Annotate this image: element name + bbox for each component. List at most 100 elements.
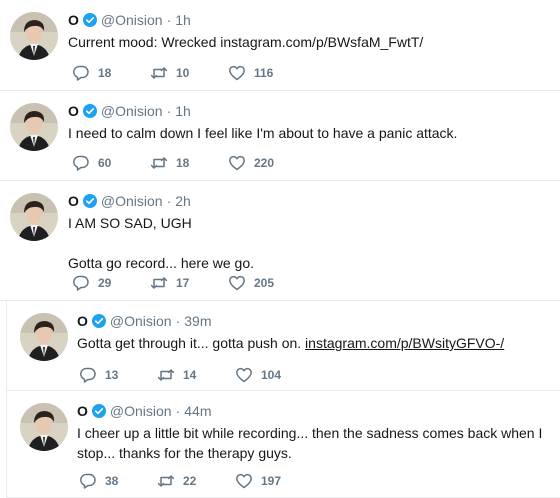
retweet-count: 10 bbox=[176, 66, 190, 80]
like-count: 104 bbox=[261, 368, 282, 382]
display-name[interactable]: O bbox=[68, 103, 79, 119]
avatar[interactable] bbox=[20, 403, 68, 451]
reply-button[interactable]: 29 bbox=[72, 274, 150, 292]
separator-dot: · bbox=[166, 103, 172, 119]
handle[interactable]: @Onision bbox=[110, 403, 172, 419]
tweet-actions: 60 18 220 bbox=[72, 154, 308, 172]
tweet-text-body: Current mood: Wrecked bbox=[68, 34, 221, 50]
avatar-image bbox=[20, 403, 68, 451]
avatar-image bbox=[10, 103, 58, 151]
retweet-icon bbox=[150, 277, 168, 289]
verified-badge-icon bbox=[82, 194, 97, 208]
retweet-button[interactable]: 22 bbox=[157, 472, 235, 490]
display-name[interactable]: O bbox=[68, 12, 79, 28]
retweet-button[interactable]: 18 bbox=[150, 154, 228, 172]
timestamp[interactable]: 44m bbox=[184, 403, 211, 419]
separator-dot: · bbox=[166, 12, 172, 28]
handle[interactable]: @Onision bbox=[101, 193, 163, 209]
like-button[interactable]: 104 bbox=[235, 366, 315, 384]
reply-count: 60 bbox=[98, 156, 112, 170]
handle[interactable]: @Onision bbox=[101, 12, 163, 28]
avatar-image bbox=[10, 12, 58, 60]
verified-badge-icon bbox=[91, 404, 106, 418]
reply-count: 29 bbox=[98, 276, 112, 290]
reply-count: 38 bbox=[105, 474, 119, 488]
heart-icon bbox=[236, 367, 252, 383]
retweet-count: 14 bbox=[183, 368, 197, 382]
retweet-icon bbox=[150, 67, 168, 79]
handle[interactable]: @Onision bbox=[101, 103, 163, 119]
tweet-header: O @Onision · 1h bbox=[68, 101, 191, 121]
tweet-actions: 13 14 104 bbox=[79, 366, 315, 384]
like-button[interactable]: 220 bbox=[228, 154, 308, 172]
tweet-header: O @Onision · 44m bbox=[77, 401, 211, 421]
avatar[interactable] bbox=[20, 313, 68, 361]
like-count: 197 bbox=[261, 474, 282, 488]
timestamp[interactable]: 1h bbox=[175, 12, 191, 28]
like-count: 220 bbox=[254, 156, 275, 170]
reply-icon bbox=[80, 367, 96, 383]
heart-icon bbox=[229, 275, 245, 291]
timestamp[interactable]: 2h bbox=[175, 193, 191, 209]
avatar[interactable] bbox=[10, 103, 58, 151]
like-button[interactable]: 197 bbox=[235, 472, 315, 490]
retweet-button[interactable]: 10 bbox=[150, 64, 228, 82]
tweet-text: Gotta get through it... gotta push on. i… bbox=[77, 333, 553, 353]
retweet-icon bbox=[150, 157, 168, 169]
tweet[interactable]: O @Onision · 39m Gotta get through it...… bbox=[6, 301, 560, 391]
reply-button[interactable]: 60 bbox=[72, 154, 150, 172]
reply-button[interactable]: 38 bbox=[79, 472, 157, 490]
tweet-actions: 29 17 205 bbox=[72, 274, 308, 292]
avatar-image bbox=[10, 193, 58, 241]
timestamp[interactable]: 39m bbox=[184, 313, 211, 329]
tweet-actions: 38 22 197 bbox=[79, 472, 315, 490]
tweet-text: I need to calm down I feel like I'm abou… bbox=[68, 125, 458, 141]
tweet-text: Current mood: Wrecked instagram.com/p/BW… bbox=[68, 32, 548, 52]
heart-icon bbox=[236, 473, 252, 489]
handle[interactable]: @Onision bbox=[110, 313, 172, 329]
reply-count: 13 bbox=[105, 368, 119, 382]
reply-icon bbox=[73, 65, 89, 81]
like-count: 116 bbox=[254, 66, 274, 80]
reply-button[interactable]: 13 bbox=[79, 366, 157, 384]
avatar[interactable] bbox=[10, 193, 58, 241]
tweet-text: I AM SO SAD, UGH Gotta go record... here… bbox=[68, 215, 254, 271]
display-name[interactable]: O bbox=[77, 403, 88, 419]
tweet[interactable]: O @Onision · 1h Current mood: Wrecked in… bbox=[0, 0, 560, 91]
retweet-count: 18 bbox=[176, 156, 190, 170]
tweet-header: O @Onision · 39m bbox=[77, 311, 211, 331]
timestamp[interactable]: 1h bbox=[175, 103, 191, 119]
like-button[interactable]: 116 bbox=[228, 64, 308, 82]
tweet[interactable]: O @Onision · 1h I need to calm down I fe… bbox=[0, 91, 560, 181]
like-button[interactable]: 205 bbox=[228, 274, 308, 292]
retweet-count: 22 bbox=[183, 474, 197, 488]
retweet-button[interactable]: 14 bbox=[157, 366, 235, 384]
verified-badge-icon bbox=[91, 314, 106, 328]
reply-icon bbox=[73, 275, 89, 291]
heart-icon bbox=[229, 155, 245, 171]
retweet-button[interactable]: 17 bbox=[150, 274, 228, 292]
verified-badge-icon bbox=[82, 104, 97, 118]
reply-icon bbox=[73, 155, 89, 171]
display-name[interactable]: O bbox=[77, 313, 88, 329]
avatar[interactable] bbox=[10, 12, 58, 60]
separator-dot: · bbox=[175, 403, 181, 419]
tweet[interactable]: O @Onision · 2h I AM SO SAD, UGH Gotta g… bbox=[0, 181, 560, 301]
tweet-text: I cheer up a little bit while recording.… bbox=[77, 425, 543, 461]
tweet-link[interactable]: instagram.com/p/BWsityGFVO-/ bbox=[305, 335, 504, 351]
display-name[interactable]: O bbox=[68, 193, 79, 209]
tweet-link[interactable]: instagram.com/p/BWsfaM_FwtT/ bbox=[220, 34, 423, 50]
verified-badge-icon bbox=[82, 13, 97, 27]
tweet[interactable]: O @Onision · 44m I cheer up a little bit… bbox=[6, 391, 560, 498]
avatar-image bbox=[20, 313, 68, 361]
retweet-icon bbox=[157, 475, 175, 487]
tweet-header: O @Onision · 1h bbox=[68, 10, 191, 30]
like-count: 205 bbox=[254, 276, 275, 290]
reply-button[interactable]: 18 bbox=[72, 64, 150, 82]
retweet-icon bbox=[157, 369, 175, 381]
separator-dot: · bbox=[175, 313, 181, 329]
retweet-count: 17 bbox=[176, 276, 190, 290]
reply-icon bbox=[80, 473, 96, 489]
reply-count: 18 bbox=[98, 66, 112, 80]
separator-dot: · bbox=[166, 193, 172, 209]
